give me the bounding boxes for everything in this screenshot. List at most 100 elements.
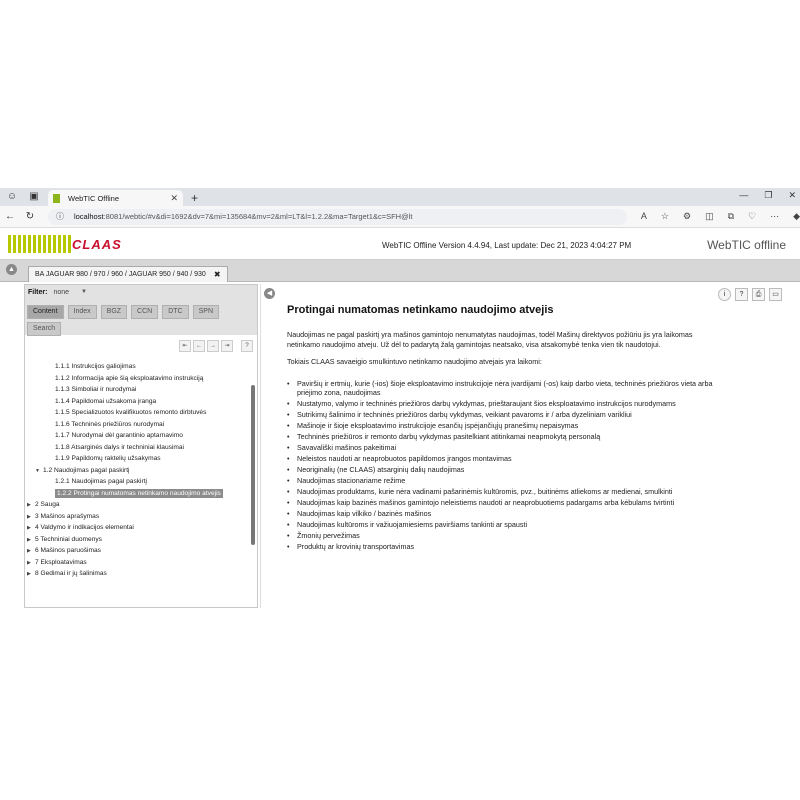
- list-item: Produktų ar krovinių transportavimas: [287, 542, 727, 552]
- filter-label: Filter:: [28, 288, 48, 296]
- url-path: :8081/webtic/#v&di=1692&dv=7&mi=135684&m…: [103, 212, 413, 221]
- new-tab-icon[interactable]: +: [191, 191, 198, 205]
- collapsed-arrow-icon[interactable]: ▶: [27, 546, 35, 558]
- list-item: Mašinoje ir šioje eksploatavimo instrukc…: [287, 421, 727, 431]
- help-icon[interactable]: ?: [241, 340, 253, 352]
- browser-tab-title: WebTIC Offline: [68, 193, 119, 203]
- tree-item[interactable]: 1.1.5 Specializuotos kvalifikuotos remon…: [25, 407, 257, 419]
- filter-row: Filter: none ▼: [25, 285, 257, 299]
- print-icon[interactable]: ⎙: [752, 288, 765, 301]
- next-page-icon[interactable]: →: [207, 340, 219, 352]
- more-menu-icon[interactable]: ⋯: [770, 211, 779, 222]
- favorite-star-icon[interactable]: ☆: [661, 211, 669, 222]
- document-tab-label: BA JAGUAR 980 / 970 / 960 / JAGUAR 950 /…: [35, 271, 206, 278]
- list-item: Naudojimas kaip bazinės mašinos gamintoj…: [287, 498, 727, 508]
- read-aloud-icon[interactable]: A: [641, 211, 647, 222]
- list-item: Naudojimas kultūroms ir važiuojamiesiems…: [287, 520, 727, 530]
- collapsed-arrow-icon[interactable]: ▶: [27, 500, 35, 512]
- browser-tab[interactable]: WebTIC Offline ✕: [48, 190, 183, 206]
- list-item: Žmonių pervežimas: [287, 531, 727, 541]
- tab-bgz[interactable]: BGZ: [100, 305, 128, 319]
- claas-stripes-logo: [8, 235, 71, 253]
- tree-item[interactable]: ▶ 3 Mašinos aprašymas: [25, 511, 257, 523]
- tab-actions-icon[interactable]: ▣: [26, 190, 42, 204]
- previous-page-icon[interactable]: ←: [193, 340, 205, 352]
- last-page-icon[interactable]: ⇥: [221, 340, 233, 352]
- list-item: Paviršių ir ertmių, kurie (-ios) šioje e…: [287, 379, 727, 398]
- document-tab[interactable]: BA JAGUAR 980 / 970 / 960 / JAGUAR 950 /…: [28, 266, 228, 282]
- tree-item[interactable]: ▶ 7 Eksploatavimas: [25, 557, 257, 569]
- list-item: Sutrikimų šalinimo ir techninės priežiūr…: [287, 410, 727, 420]
- info-icon[interactable]: i: [718, 288, 731, 301]
- url-host: localhost: [73, 212, 104, 221]
- split-screen-icon[interactable]: ◫: [705, 211, 714, 222]
- tree-scrollbar[interactable]: [251, 385, 255, 545]
- url-field[interactable]: ⓘ localhost:8081/webtic/#v&di=1692&dv=7&…: [47, 208, 627, 225]
- tree-item[interactable]: 1.1.6 Techninės priežiūros nurodymai: [25, 419, 257, 431]
- copilot-icon[interactable]: ◆: [793, 211, 800, 222]
- tree-item[interactable]: 1.1.7 Nurodymai dėl garantinio aptarnavi…: [25, 430, 257, 442]
- browser-window: ☺ ▣ WebTIC Offline ✕ + — ❐ ✕ ← ↻ ⓘ local…: [0, 188, 800, 610]
- collapse-panel-icon[interactable]: ◀: [264, 288, 275, 299]
- tree-item[interactable]: ▶ 6 Mašinos paruošimas: [25, 545, 257, 557]
- content-tree: 1.1.1 Instrukcijos galiojimas 1.1.2 Info…: [25, 357, 257, 607]
- help-icon[interactable]: ?: [735, 288, 748, 301]
- claas-logo: CLAAS: [72, 237, 122, 252]
- tree-item[interactable]: 1.1.3 Simboliai ir nurodymai: [25, 384, 257, 396]
- list-item: Naudojimas produktams, kurie nėra vadina…: [287, 487, 727, 497]
- tree-item[interactable]: 1.1.9 Papildomų raktelių užsakymas: [25, 453, 257, 465]
- list-item: Techninės priežiūros ir remonto darbų vy…: [287, 432, 727, 442]
- reload-icon[interactable]: ↻: [20, 211, 40, 222]
- site-info-icon[interactable]: ⓘ: [56, 211, 64, 222]
- first-page-icon[interactable]: ⇤: [179, 340, 191, 352]
- misuse-list: Paviršių ir ertmių, kurie (-ios) šioje e…: [287, 379, 727, 552]
- browser-toolbar-icons: A ☆ ⚙ ◫ ⧉ ♡ ⋯ ◆: [641, 211, 800, 222]
- app-header: CLAAS WebTIC Offline Version 4.4.94, Las…: [0, 228, 800, 260]
- content-pane: ◀ i ? ⎙ ▭ Protingai numatomas netinkamo …: [260, 284, 796, 608]
- tree-item-selected[interactable]: 1.2.2 Protingai numatomas netinkamo naud…: [25, 488, 257, 500]
- tab-ccn[interactable]: CCN: [131, 305, 159, 319]
- tab-index[interactable]: Index: [67, 305, 97, 319]
- tree-item[interactable]: 1.1.8 Atsarginės dalys ir techniniai kla…: [25, 442, 257, 454]
- chevron-down-icon[interactable]: ▼: [81, 289, 87, 295]
- expanded-arrow-icon[interactable]: ▼: [35, 466, 43, 478]
- tree-item[interactable]: ▶ 2 Sauga: [25, 499, 257, 511]
- list-item: Neoriginalių (ne CLAAS) atsarginių dalių…: [287, 465, 727, 475]
- document-content: Protingai numatomas netinkamo naudojimo …: [287, 304, 727, 553]
- close-document-tab-icon[interactable]: ✖: [214, 270, 221, 279]
- filter-select[interactable]: none: [53, 289, 69, 296]
- navigation-panel: Filter: none ▼ Content Index BGZ CCN DTC…: [24, 284, 258, 608]
- extensions-icon[interactable]: ⚙: [683, 211, 691, 222]
- tree-item[interactable]: ▼ 1.2 Naudojimas pagal paskirtį: [25, 465, 257, 477]
- back-icon[interactable]: ←: [0, 211, 20, 222]
- collapsed-arrow-icon[interactable]: ▶: [27, 569, 35, 581]
- list-item: Naudojimas kaip vilkiko / bazinės mašino…: [287, 509, 727, 519]
- list-item: Naudojimas stacionariame režime: [287, 476, 727, 486]
- tree-toolbar: ⇤ ← → ⇥ ?: [25, 335, 257, 357]
- maximize-icon[interactable]: ❐: [764, 190, 772, 201]
- tree-item[interactable]: ▶ 4 Valdymo ir indikacijos elementai: [25, 522, 257, 534]
- close-tab-icon[interactable]: ✕: [170, 193, 178, 204]
- fullscreen-icon[interactable]: ▭: [769, 288, 782, 301]
- version-info: WebTIC Offline Version 4.4.94, Last upda…: [382, 241, 632, 250]
- minimize-icon[interactable]: —: [739, 190, 748, 201]
- close-window-icon[interactable]: ✕: [788, 190, 796, 201]
- tree-item[interactable]: ▶ 8 Gedimai ir jų šalinimas: [25, 568, 257, 580]
- tree-item[interactable]: 1.1.2 Informacija apie šią eksploatavimo…: [25, 373, 257, 385]
- tree-item[interactable]: 1.1.1 Instrukcijos galiojimas: [25, 361, 257, 373]
- address-bar: ← ↻ ⓘ localhost:8081/webtic/#v&di=1692&d…: [0, 206, 800, 228]
- tree-item[interactable]: 1.2.1 Naudojimas pagal paskirtį: [25, 476, 257, 488]
- tab-spn[interactable]: SPN: [192, 305, 220, 319]
- tree-item[interactable]: 1.1.4 Papildomai užsakoma įranga: [25, 396, 257, 408]
- collections-icon[interactable]: ⧉: [728, 211, 734, 222]
- tab-dtc[interactable]: DTC: [162, 305, 189, 319]
- collapsed-arrow-icon[interactable]: ▶: [27, 523, 35, 535]
- collapse-header-icon[interactable]: ▲: [6, 264, 17, 275]
- browser-essentials-icon[interactable]: ♡: [748, 211, 756, 222]
- tab-content[interactable]: Content: [27, 305, 64, 319]
- profile-icon[interactable]: ☺: [4, 190, 20, 204]
- tree-item[interactable]: ▶ 5 Techniniai duomenys: [25, 534, 257, 546]
- tab-search[interactable]: Search: [27, 322, 62, 336]
- list-item: Nustatymo, valymo ir techninės priežiūro…: [287, 399, 727, 409]
- favicon-icon: [53, 193, 60, 203]
